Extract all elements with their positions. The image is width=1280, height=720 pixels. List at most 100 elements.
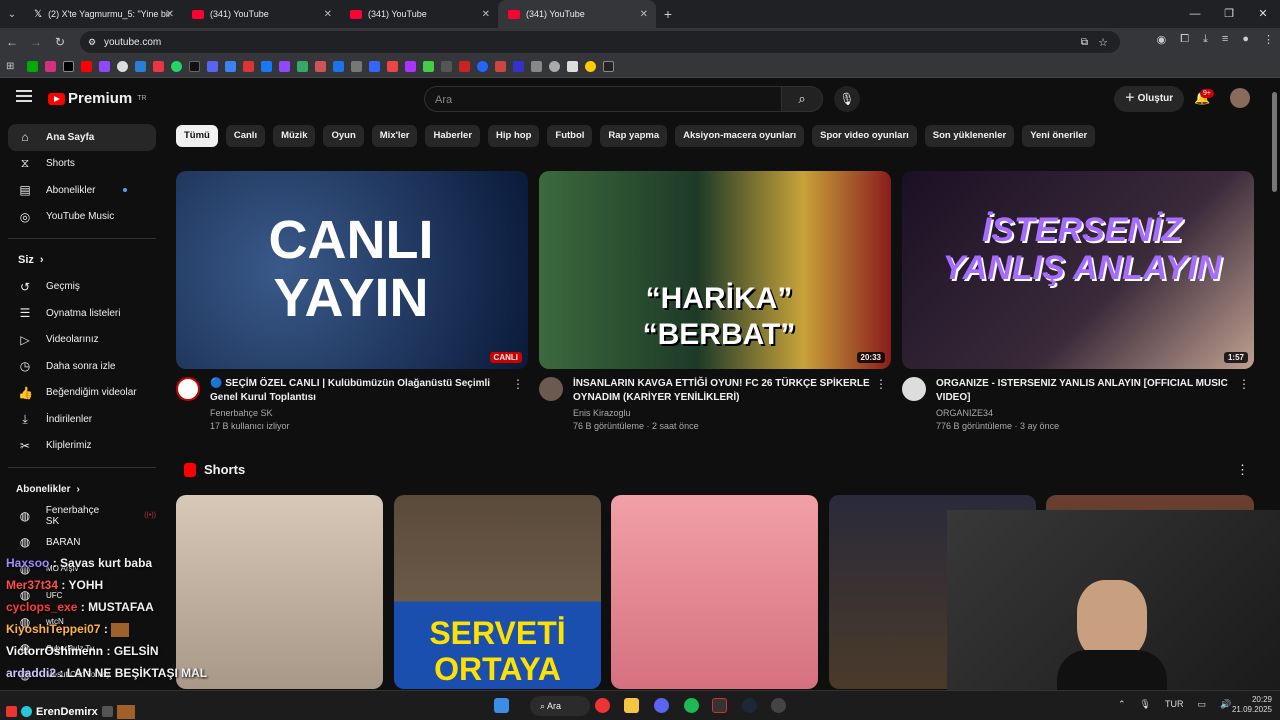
bookmark-icon[interactable]	[261, 61, 272, 72]
bookmark-icon[interactable]	[549, 61, 560, 72]
sidebar-item-liked-videos[interactable]: 👍 Beğendiğim videolar	[8, 380, 156, 407]
bookmark-icon[interactable]	[459, 61, 470, 72]
bookmark-icon[interactable]	[207, 61, 218, 72]
close-icon[interactable]: ✕	[166, 9, 174, 20]
bookmark-icon[interactable]	[153, 61, 164, 72]
back-icon[interactable]: ←	[0, 35, 24, 49]
taskbar-search[interactable]: ⌕ Ara	[530, 696, 590, 716]
channel-avatar[interactable]	[539, 377, 563, 401]
chip[interactable]: Futbol	[547, 125, 593, 147]
more-options-icon[interactable]: ⋮	[1238, 377, 1250, 391]
sidebar-item-youtube-music[interactable]: ◎ YouTube Music	[8, 204, 156, 231]
chip[interactable]: Aksiyon-macera oyunları	[675, 125, 805, 147]
site-info-icon[interactable]: ⚙	[88, 37, 96, 48]
bookmark-icon[interactable]	[477, 61, 488, 72]
discord-icon[interactable]	[654, 698, 669, 713]
sidebar-sub-channel[interactable]: ◍ Fenerbahçe SK ((•))	[8, 503, 156, 530]
network-icon[interactable]: ▭	[1197, 699, 1206, 710]
search-input[interactable]: Ara	[424, 86, 782, 112]
steam-icon[interactable]	[742, 698, 757, 713]
chevron-up-icon[interactable]: ⌃	[1118, 699, 1126, 710]
clock[interactable]: 20:29 21.09.2025	[1232, 695, 1272, 715]
chip[interactable]: Spor video oyunları	[812, 125, 917, 147]
chip[interactable]: Mix'ler	[371, 125, 418, 147]
bookmark-icon[interactable]	[135, 61, 146, 72]
app-icon[interactable]	[712, 698, 727, 713]
chip[interactable]: Tümü	[176, 125, 218, 147]
video-title[interactable]: İNSANLARIN KAVGA ETTİĞİ OYUN! FC 26 TÜRK…	[573, 377, 873, 405]
short-card[interactable]: SERVETİ ORTAYA	[394, 495, 601, 689]
browser-tab-1[interactable]: 𝕏 (2) X'te Yagmurmu_5: "Yine bir ✕	[24, 0, 182, 28]
chip[interactable]: Yeni öneriler	[1022, 125, 1096, 147]
bookmark-icon[interactable]	[495, 61, 506, 72]
channel-avatar[interactable]	[176, 377, 200, 401]
spotify-icon[interactable]	[684, 698, 699, 713]
browser-tab-2[interactable]: (341) YouTube ✕	[182, 0, 340, 28]
bookmark-icon[interactable]	[585, 61, 596, 72]
close-icon[interactable]: ✕	[640, 9, 648, 20]
volume-icon[interactable]: 🔊	[1220, 699, 1231, 710]
extensions-puzzle-icon[interactable]: ⧠	[1180, 33, 1189, 46]
obs-icon[interactable]	[771, 698, 786, 713]
windows-start-icon[interactable]	[494, 698, 509, 713]
video-thumbnail[interactable]: “HARİKA” “BERBAT” 20:33	[539, 171, 891, 369]
reading-list-icon[interactable]: ≡	[1222, 33, 1228, 46]
bookmark-icon[interactable]	[45, 61, 56, 72]
sidebar-subscriptions-header[interactable]: Abonelikler ›	[8, 476, 156, 503]
bookmark-icon[interactable]	[333, 61, 344, 72]
video-card[interactable]: “HARİKA” “BERBAT” 20:33 İNSANLARIN KAVGA…	[539, 171, 891, 431]
sidebar-you-header[interactable]: Siz ›	[8, 247, 156, 274]
sidebar-item-home[interactable]: ⌂ Ana Sayfa	[8, 124, 156, 151]
minimize-button[interactable]: —	[1178, 0, 1212, 28]
apps-icon[interactable]: ⊞	[6, 61, 20, 72]
bookmark-icon[interactable]	[387, 61, 398, 72]
account-avatar[interactable]	[1230, 88, 1250, 108]
bookmark-icon[interactable]	[63, 61, 74, 72]
bookmark-icon[interactable]	[27, 61, 38, 72]
maximize-button[interactable]: ❐	[1212, 0, 1246, 28]
bookmark-icon[interactable]	[315, 61, 326, 72]
bookmark-icon[interactable]	[441, 61, 452, 72]
bookmark-icon[interactable]	[117, 61, 128, 72]
url-bar[interactable]: ⚙ youtube.com ⧉ ☆	[80, 31, 1120, 53]
search-button[interactable]: ⌕	[781, 86, 823, 112]
voice-search-button[interactable]: 🎙	[834, 86, 860, 112]
bookmark-icon[interactable]	[243, 61, 254, 72]
bookmark-icon[interactable]	[81, 61, 92, 72]
channel-name[interactable]: Fenerbahçe SK	[210, 408, 528, 418]
channel-name[interactable]: Enis Kirazoglu	[573, 408, 891, 418]
sidebar-item-playlists[interactable]: ☰ Oynatma listeleri	[8, 300, 156, 327]
chip[interactable]: Hip hop	[488, 125, 540, 147]
close-icon[interactable]: ✕	[482, 9, 490, 20]
bookmark-icon[interactable]	[351, 61, 362, 72]
page-scrollbar[interactable]	[1272, 92, 1277, 192]
bookmark-icon[interactable]	[297, 61, 308, 72]
new-tab-button[interactable]: +	[656, 6, 680, 22]
bookmark-icon[interactable]	[513, 61, 524, 72]
profile-icon[interactable]: ●	[1242, 33, 1249, 46]
bookmark-icon[interactable]	[189, 61, 200, 72]
reload-icon[interactable]: ↻	[48, 35, 72, 49]
download-icon[interactable]: ⤓	[1203, 33, 1208, 46]
extension-icon[interactable]: ◉	[1157, 33, 1167, 46]
sidebar-item-clips[interactable]: ✂ Kliplerimiz	[8, 433, 156, 460]
bookmark-star-icon[interactable]: ☆	[1098, 36, 1108, 49]
browser-tab-4[interactable]: (341) YouTube ✕	[498, 0, 656, 28]
bookmark-icon[interactable]	[99, 61, 110, 72]
channel-avatar[interactable]	[902, 377, 926, 401]
video-title[interactable]: 🔵 SEÇİM ÖZEL CANLI | Kulübümüzün Olağanü…	[210, 377, 510, 405]
bookmark-icon[interactable]	[567, 61, 578, 72]
more-options-icon[interactable]: ⋮	[512, 377, 524, 391]
video-card[interactable]: CANLI YAYIN CANLI 🔵 SEÇİM ÖZEL CANLI | K…	[176, 171, 528, 431]
create-button[interactable]: ＋ Oluştur	[1114, 86, 1184, 112]
sidebar-item-history[interactable]: ↺ Geçmiş	[8, 274, 156, 301]
browser-tab-3[interactable]: (341) YouTube ✕	[340, 0, 498, 28]
video-title[interactable]: ORGANIZE - ISTERSENIZ YANLIS ANLAYIN [OF…	[936, 377, 1236, 405]
close-icon[interactable]: ✕	[324, 9, 332, 20]
channel-name[interactable]: ORGANIZE34	[936, 408, 1254, 418]
bookmark-icon[interactable]	[171, 61, 182, 72]
bookmark-icon[interactable]	[603, 61, 614, 72]
bookmark-icon[interactable]	[369, 61, 380, 72]
bookmark-icon[interactable]	[405, 61, 416, 72]
tab-search-button[interactable]: ⌄	[0, 9, 24, 20]
